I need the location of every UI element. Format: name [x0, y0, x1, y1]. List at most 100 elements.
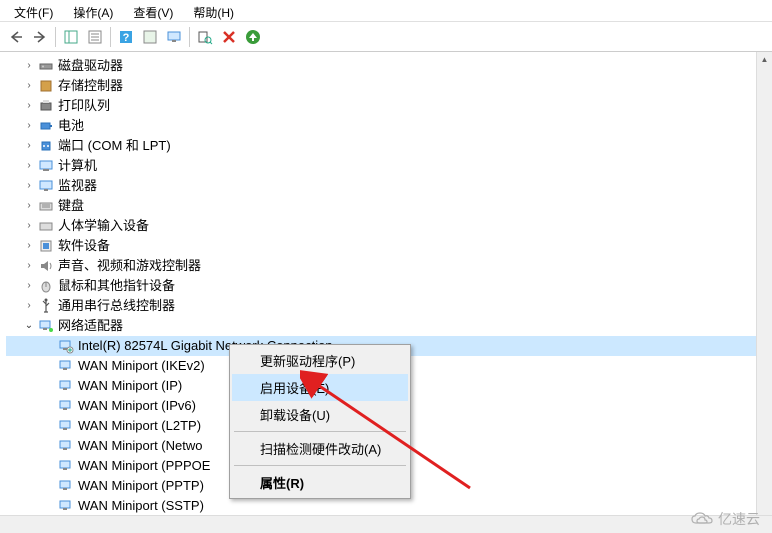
monitor-button[interactable] [162, 25, 186, 49]
tree-label: WAN Miniport (L2TP) [78, 416, 201, 436]
tree-item-monitors[interactable]: › 监视器 [6, 176, 772, 196]
help-button[interactable]: ? [114, 25, 138, 49]
tree-label: WAN Miniport (PPTP) [78, 476, 204, 496]
menu-properties[interactable]: 属性(R) [232, 469, 408, 496]
tree-label: 打印队列 [58, 96, 110, 116]
show-hide-button[interactable] [59, 25, 83, 49]
battery-icon [38, 118, 54, 134]
tree-label: 声音、视频和游戏控制器 [58, 256, 201, 276]
menu-update-driver[interactable]: 更新驱动程序(P) [232, 347, 408, 374]
tree-item-sound[interactable]: › 声音、视频和游戏控制器 [6, 256, 772, 276]
expander-icon[interactable]: › [22, 119, 36, 133]
tree-item-hid[interactable]: › 人体学输入设备 [6, 216, 772, 236]
mouse-icon [38, 278, 54, 294]
close-button[interactable] [217, 25, 241, 49]
tree-label: 计算机 [58, 156, 97, 176]
sound-icon [38, 258, 54, 274]
tree-item-ports[interactable]: › 端口 (COM 和 LPT) [6, 136, 772, 156]
tree-label: WAN Miniport (SSTP) [78, 496, 204, 515]
tree-label: 存储控制器 [58, 76, 123, 96]
tree-label: 通用串行总线控制器 [58, 296, 175, 316]
menu-scan-hardware[interactable]: 扫描检测硬件改动(A) [232, 435, 408, 462]
tree-item-disk-drives[interactable]: › 磁盘驱动器 [6, 56, 772, 76]
back-button[interactable] [4, 25, 28, 49]
network-adapter-icon [58, 338, 74, 354]
menu-help[interactable]: 帮助(H) [183, 2, 244, 19]
network-adapter-icon [58, 378, 74, 394]
tree-item-computer[interactable]: › 计算机 [6, 156, 772, 176]
menu-action[interactable]: 操作(A) [63, 2, 123, 19]
expander-icon[interactable]: › [22, 159, 36, 173]
tree-item-mice[interactable]: › 鼠标和其他指针设备 [6, 276, 772, 296]
watermark: 亿速云 [690, 509, 760, 529]
expander-icon[interactable]: ⌄ [22, 319, 36, 333]
expander-icon[interactable]: › [22, 239, 36, 253]
network-adapter-icon [58, 458, 74, 474]
vertical-scrollbar[interactable] [756, 52, 772, 515]
network-adapter-icon [58, 358, 74, 374]
tree-item-network-adapters[interactable]: ⌄ 网络适配器 [6, 316, 772, 336]
tree-item-battery[interactable]: › 电池 [6, 116, 772, 136]
tree-label: WAN Miniport (IPv6) [78, 396, 196, 416]
disk-icon [38, 58, 54, 74]
tree-item-storage[interactable]: › 存储控制器 [6, 76, 772, 96]
network-icon [38, 318, 54, 334]
tree-label: 端口 (COM 和 LPT) [58, 136, 171, 156]
tree-label: 网络适配器 [58, 316, 123, 336]
network-adapter-icon [58, 418, 74, 434]
expander-icon[interactable]: › [22, 259, 36, 273]
tree-label: 人体学输入设备 [58, 216, 149, 236]
expander-icon[interactable]: › [22, 219, 36, 233]
network-adapter-icon [58, 398, 74, 414]
hid-icon [38, 218, 54, 234]
expander-icon[interactable]: › [22, 79, 36, 93]
expander-icon[interactable]: › [22, 279, 36, 293]
scan-button[interactable] [193, 25, 217, 49]
network-adapter-icon [58, 498, 74, 514]
status-bar [0, 515, 772, 533]
tree-item-print[interactable]: › 打印队列 [6, 96, 772, 116]
properties-button[interactable] [83, 25, 107, 49]
expander-icon[interactable]: › [22, 139, 36, 153]
action-button[interactable] [138, 25, 162, 49]
tree-item-usb[interactable]: › 通用串行总线控制器 [6, 296, 772, 316]
cloud-icon [690, 511, 714, 527]
tree-label: 电池 [58, 116, 84, 136]
up-button[interactable] [241, 25, 265, 49]
menu-file[interactable]: 文件(F) [4, 2, 63, 19]
usb-icon [38, 298, 54, 314]
menu-separator [234, 465, 406, 466]
watermark-text: 亿速云 [718, 509, 760, 529]
software-icon [38, 238, 54, 254]
expander-icon[interactable]: › [22, 99, 36, 113]
port-icon [38, 138, 54, 154]
network-adapter-icon [58, 478, 74, 494]
tree-label: 鼠标和其他指针设备 [58, 276, 175, 296]
expander-icon[interactable]: › [22, 59, 36, 73]
storage-icon [38, 78, 54, 94]
printer-icon [38, 98, 54, 114]
tree-label: 磁盘驱动器 [58, 56, 123, 76]
expander-icon[interactable]: › [22, 199, 36, 213]
menu-separator [234, 431, 406, 432]
toolbar: ? [0, 22, 772, 52]
context-menu: 更新驱动程序(P) 启用设备(E) 卸载设备(U) 扫描检测硬件改动(A) 属性… [229, 344, 411, 499]
tree-label: WAN Miniport (IKEv2) [78, 356, 205, 376]
tree-label: WAN Miniport (PPPOE [78, 456, 210, 476]
svg-text:?: ? [123, 32, 130, 44]
expander-icon[interactable]: › [22, 179, 36, 193]
tree-item-keyboards[interactable]: › 键盘 [6, 196, 772, 216]
tree-label: WAN Miniport (IP) [78, 376, 182, 396]
tree-label: 监视器 [58, 176, 97, 196]
tree-label: WAN Miniport (Netwo [78, 436, 202, 456]
menu-enable-device[interactable]: 启用设备(E) [232, 374, 408, 401]
tree-label: 软件设备 [58, 236, 110, 256]
expander-icon[interactable]: › [22, 299, 36, 313]
forward-button[interactable] [28, 25, 52, 49]
computer-icon [38, 158, 54, 174]
tree-item-software[interactable]: › 软件设备 [6, 236, 772, 256]
menu-view[interactable]: 查看(V) [123, 2, 183, 19]
menubar: 文件(F) 操作(A) 查看(V) 帮助(H) [0, 0, 772, 22]
network-adapter-icon [58, 438, 74, 454]
menu-uninstall[interactable]: 卸载设备(U) [232, 401, 408, 428]
